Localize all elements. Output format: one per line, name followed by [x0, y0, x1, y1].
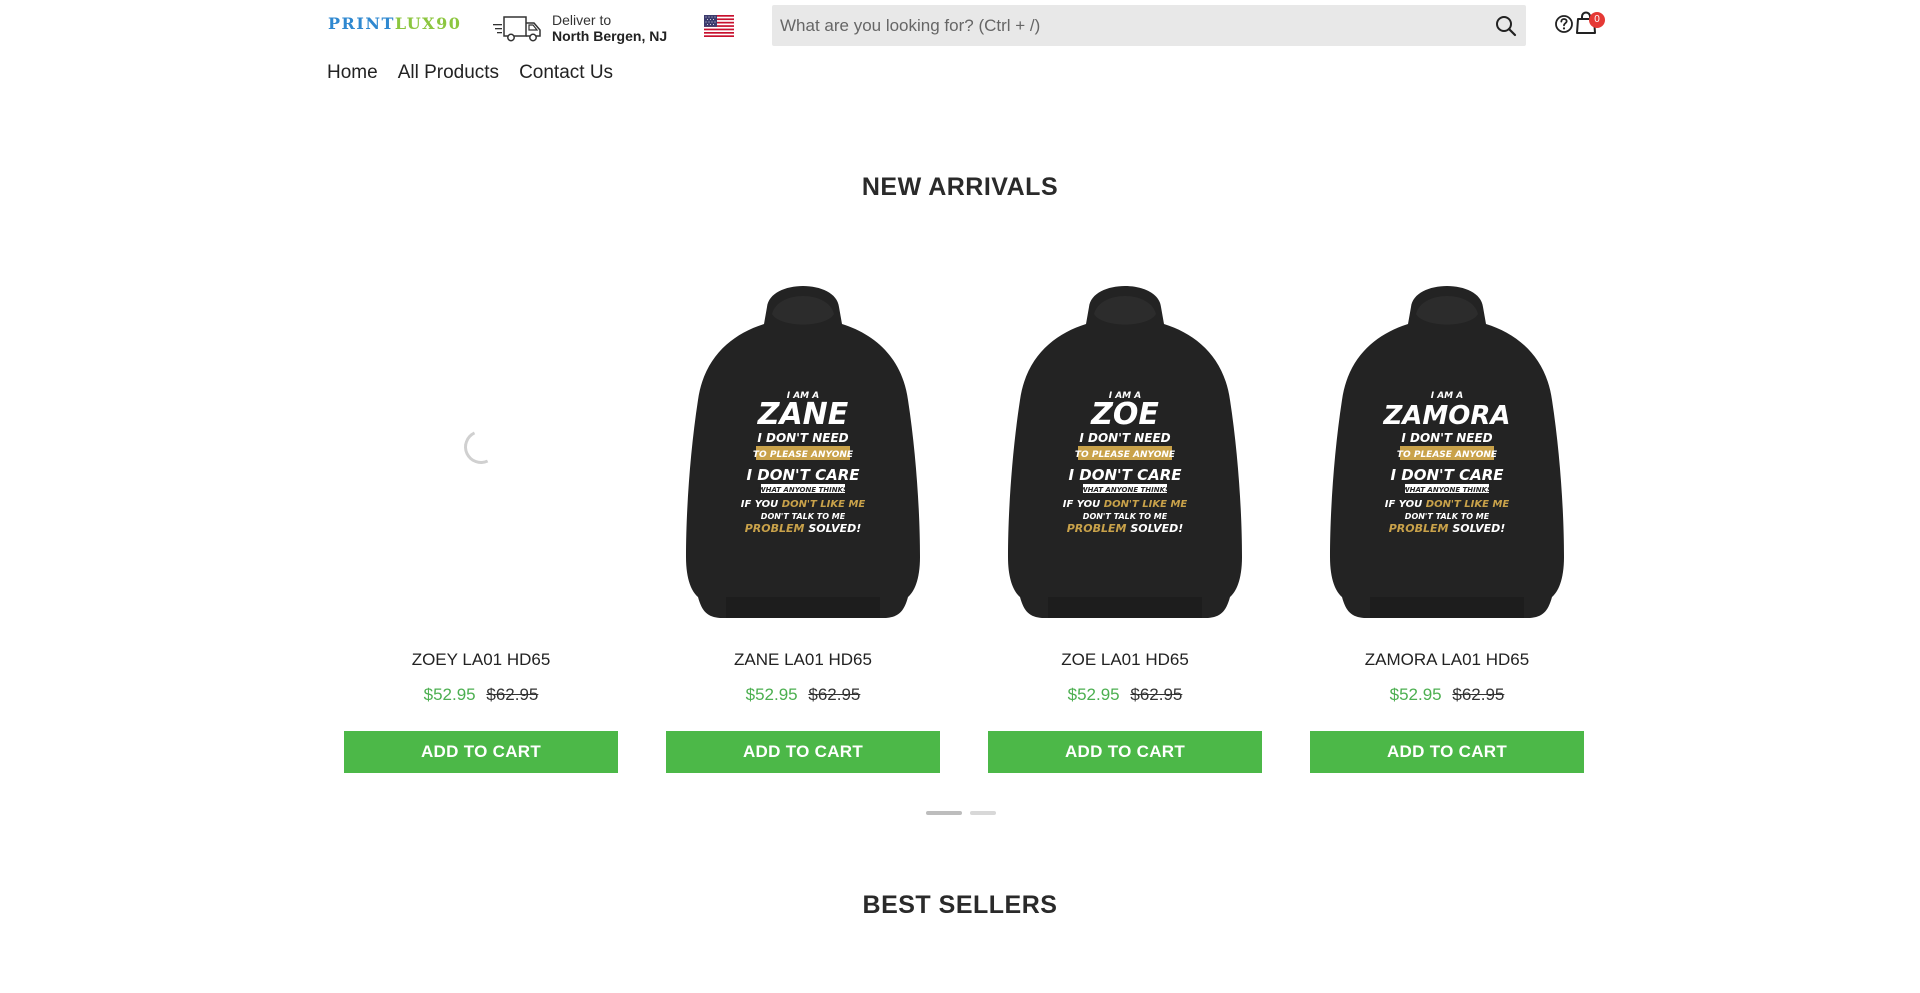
product-card: I AM A ZOE I DON'T NEED TO PLEASE ANYONE… [988, 262, 1262, 777]
deliver-to-location[interactable]: Deliver to North Bergen, NJ [492, 11, 682, 45]
svg-text:I DON'T CARE: I DON'T CARE [746, 466, 860, 484]
site-logo[interactable]: PRINTLUX90 [328, 14, 461, 33]
hoodie-image: I AM A ZOE I DON'T NEED TO PLEASE ANYONE… [1008, 286, 1242, 618]
sale-price: $52.95 [745, 685, 798, 704]
product-image[interactable]: I AM A ZOE I DON'T NEED TO PLEASE ANYONE… [988, 262, 1262, 632]
search-bar [772, 5, 1526, 46]
svg-text:I DON'T NEED: I DON'T NEED [1401, 431, 1492, 445]
sale-price: $52.95 [1389, 685, 1442, 704]
svg-text:TO PLEASE ANYONE: TO PLEASE ANYONE [1075, 450, 1176, 460]
svg-text:PROBLEM SOLVED!: PROBLEM SOLVED! [1389, 522, 1506, 535]
new-arrivals-heading: NEW ARRIVALS [861, 173, 1059, 201]
svg-text:ZAMORA: ZAMORA [1382, 401, 1510, 431]
product-prices: $52.95 $62.95 [988, 685, 1262, 705]
svg-text:WHAT ANYONE THINKS: WHAT ANYONE THINKS [1080, 486, 1170, 494]
svg-text:IF YOU DON'T LIKE ME: IF YOU DON'T LIKE ME [1063, 499, 1188, 510]
svg-text:DON'T TALK TO ME: DON'T TALK TO ME [1083, 512, 1168, 521]
svg-text:I DON'T CARE: I DON'T CARE [1068, 466, 1182, 484]
svg-text:I DON'T NEED: I DON'T NEED [757, 431, 848, 445]
regular-price: $62.95 [1130, 685, 1183, 704]
nav-all-products[interactable]: All Products [398, 62, 499, 84]
svg-text:IF YOU DON'T LIKE ME: IF YOU DON'T LIKE ME [741, 499, 866, 510]
svg-text:WHAT ANYONE THINKS: WHAT ANYONE THINKS [1402, 486, 1492, 494]
product-name[interactable]: ZOEY LA01 HD65 [344, 650, 618, 670]
carousel-dot-2[interactable] [970, 811, 996, 815]
search-icon [1496, 15, 1517, 36]
regular-price: $62.95 [1452, 685, 1505, 704]
add-to-cart-button[interactable]: ADD TO CART [988, 731, 1262, 773]
product-image[interactable]: I AM A ZANE I DON'T NEED TO PLEASE ANYON… [666, 262, 940, 632]
product-prices: $52.95 $62.95 [666, 685, 940, 705]
nav-contact-us[interactable]: Contact Us [519, 62, 613, 84]
main-nav: Home All Products Contact Us [327, 62, 613, 84]
loading-spinner-icon [459, 425, 503, 469]
product-name[interactable]: ZAMORA LA01 HD65 [1310, 650, 1584, 670]
carousel-dot-1[interactable] [926, 811, 962, 815]
product-prices: $52.95 $62.95 [344, 685, 618, 705]
add-to-cart-button[interactable]: ADD TO CART [1310, 731, 1584, 773]
product-name[interactable]: ZOE LA01 HD65 [988, 650, 1262, 670]
best-sellers-heading: BEST SELLERS [862, 891, 1058, 919]
svg-text:IF YOU DON'T LIKE ME: IF YOU DON'T LIKE ME [1385, 499, 1510, 510]
svg-text:ZOE: ZOE [1090, 397, 1159, 432]
search-input[interactable] [772, 5, 1486, 46]
sale-price: $52.95 [1067, 685, 1120, 704]
search-button[interactable] [1486, 5, 1526, 46]
hoodie-image: I AM A ZANE I DON'T NEED TO PLEASE ANYON… [686, 286, 920, 618]
svg-text:WHAT ANYONE THINKS: WHAT ANYONE THINKS [758, 486, 848, 494]
sale-price: $52.95 [423, 685, 476, 704]
product-card: I AM A ZANE I DON'T NEED TO PLEASE ANYON… [666, 262, 940, 777]
svg-text:I DON'T NEED: I DON'T NEED [1079, 431, 1170, 445]
add-to-cart-button[interactable]: ADD TO CART [666, 731, 940, 773]
product-prices: $52.95 $62.95 [1310, 685, 1584, 705]
regular-price: $62.95 [486, 685, 539, 704]
carousel-pagination [926, 811, 996, 815]
deliver-location: North Bergen, NJ [552, 28, 668, 44]
hoodie-image: I AM A ZAMORA I DON'T NEED TO PLEASE ANY… [1330, 286, 1564, 618]
svg-text:DON'T TALK TO ME: DON'T TALK TO ME [1405, 512, 1490, 521]
product-carousel: ZOEY LA01 HD65 $52.95 $62.95 ADD TO CART… [344, 262, 1584, 777]
product-card: ZOEY LA01 HD65 $52.95 $62.95 ADD TO CART [344, 262, 618, 777]
svg-text:TO PLEASE ANYONE: TO PLEASE ANYONE [1397, 450, 1498, 460]
svg-text:PROBLEM SOLVED!: PROBLEM SOLVED! [1067, 522, 1184, 535]
svg-text:TO PLEASE ANYONE: TO PLEASE ANYONE [753, 450, 854, 460]
svg-text:PROBLEM SOLVED!: PROBLEM SOLVED! [745, 522, 862, 535]
us-flag-icon[interactable] [704, 15, 734, 37]
help-circle-icon[interactable] [1554, 14, 1574, 34]
svg-text:I AM A: I AM A [1431, 391, 1464, 401]
add-to-cart-button[interactable]: ADD TO CART [344, 731, 618, 773]
product-card: I AM A ZAMORA I DON'T NEED TO PLEASE ANY… [1310, 262, 1584, 777]
svg-text:ZANE: ZANE [757, 397, 849, 432]
regular-price: $62.95 [808, 685, 861, 704]
svg-text:I DON'T CARE: I DON'T CARE [1390, 466, 1504, 484]
deliver-label: Deliver to [552, 12, 612, 28]
nav-home[interactable]: Home [327, 62, 378, 84]
product-image[interactable]: I AM A ZAMORA I DON'T NEED TO PLEASE ANY… [1310, 262, 1584, 632]
product-image-loading[interactable] [344, 262, 618, 632]
svg-text:DON'T TALK TO ME: DON'T TALK TO ME [761, 512, 846, 521]
cart-count-badge: 0 [1589, 12, 1605, 28]
header: PRINTLUX90 Deliver to North Bergen, NJ W… [0, 0, 1920, 54]
product-name[interactable]: ZANE LA01 HD65 [666, 650, 940, 670]
truck-icon [493, 16, 541, 42]
